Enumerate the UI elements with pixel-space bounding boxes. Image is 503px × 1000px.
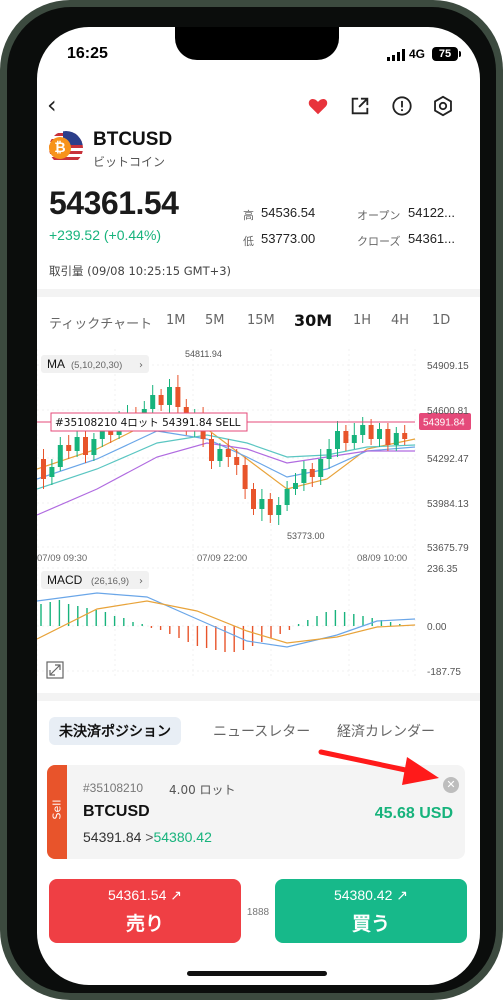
tab-economic-calendar[interactable]: 経済カレンダー: [337, 721, 435, 741]
bottom-tabs: 未決済ポジション ニュースレター 経済カレンダー: [37, 717, 480, 747]
position-id: #35108210: [83, 781, 144, 795]
app-screen: 16:25 4G 75 ‹ ₿ BTCUSD ビットコイン 54361.54 +…: [37, 27, 480, 985]
ma-label: MA: [47, 357, 65, 371]
open-value: 54122...: [408, 205, 455, 220]
high-value: 54536.54: [261, 205, 316, 220]
tf-1h[interactable]: 1H: [353, 313, 371, 333]
sell-price: 54361.54 ↗: [107, 887, 183, 903]
position-current-price: 54380.42: [153, 829, 212, 845]
position-symbol: BTCUSD: [83, 803, 150, 820]
current-price-tag-text: 54391.84: [423, 418, 465, 429]
macd-axis-2: 0.00: [427, 622, 447, 633]
notch: [175, 27, 339, 60]
tab-open-positions[interactable]: 未決済ポジション: [49, 717, 181, 745]
battery-icon: 75: [432, 47, 461, 61]
macd-axis-1: 236.35: [427, 564, 458, 575]
tf-1m[interactable]: 1M: [166, 313, 186, 333]
close-label: クローズ: [357, 235, 401, 248]
position-pnl: 45.68 USD: [374, 805, 453, 822]
macd-chevron-icon: ›: [139, 576, 143, 587]
time-axis-2: 07/09 22:00: [197, 553, 247, 564]
position-prices: 54391.84 >54380.42: [83, 829, 212, 845]
share-icon[interactable]: [349, 95, 371, 117]
tf-30m[interactable]: 30M: [294, 311, 332, 331]
price-axis-3: 54292.47: [427, 454, 469, 465]
spread-value: 1888: [246, 907, 270, 918]
instrument-header: ₿ BTCUSD ビットコイン: [49, 129, 469, 171]
position-line-label: #35108210 4ロット 54391.84 SELL: [55, 417, 241, 429]
settings-icon[interactable]: [432, 95, 454, 117]
tf-5m[interactable]: 5M: [205, 313, 225, 333]
time-axis-3: 08/09 10:00: [357, 553, 407, 564]
low-label: 低: [243, 235, 254, 248]
ma-params: (5,10,20,30): [71, 360, 122, 371]
tf-4h[interactable]: 4H: [391, 313, 409, 333]
instrument-symbol: BTCUSD: [93, 129, 173, 150]
position-lots: 4.00 ロット: [169, 783, 236, 797]
sell-side-badge: Sell: [47, 765, 67, 859]
expand-icon[interactable]: [46, 661, 64, 679]
price-axis-2: 54600.81: [427, 406, 469, 417]
chart-grid: [37, 349, 416, 679]
heart-icon[interactable]: [307, 95, 329, 117]
high-marker: 54811.94: [185, 349, 222, 359]
macd-axis-3: -187.75: [427, 667, 461, 678]
tf-1d[interactable]: 1D: [432, 313, 450, 333]
close-value: 54361...: [408, 231, 455, 246]
section-divider-2: [37, 693, 480, 701]
sell-button[interactable]: 54361.54 ↗ 売り: [49, 879, 241, 943]
macd-label: MACD: [47, 573, 83, 587]
home-indicator: [187, 971, 327, 976]
instrument-name: ビットコイン: [93, 155, 166, 169]
trend-icon: ↗: [170, 887, 183, 903]
price-change: +239.52 (+0.44%): [49, 227, 162, 243]
close-position-icon[interactable]: ✕: [443, 777, 459, 793]
sell-label: 売り: [125, 913, 164, 935]
buy-button[interactable]: 54380.42 ↗ 買う: [275, 879, 467, 943]
signal-icon: [387, 49, 405, 61]
buy-label: 買う: [351, 913, 390, 935]
back-icon[interactable]: ‹: [47, 91, 57, 119]
top-nav: ‹: [37, 85, 480, 125]
price-axis-1: 54909.15: [427, 361, 469, 372]
open-label: オープン: [357, 209, 401, 222]
tf-15m[interactable]: 15M: [247, 313, 275, 333]
buy-price: 54380.42 ↗: [333, 887, 409, 903]
section-divider: [37, 289, 480, 297]
current-price: 54361.54: [49, 185, 179, 221]
price-axis-4: 53984.13: [427, 499, 469, 510]
macd-params: (26,16,9): [91, 576, 129, 587]
network-type: 4G: [409, 47, 426, 61]
low-value: 53773.00: [261, 231, 316, 246]
tf-tick[interactable]: ティックチャート: [49, 313, 152, 333]
high-label: 高: [243, 209, 254, 222]
time-axis-1: 07/09 09:30: [37, 553, 87, 564]
status-time: 16:25: [67, 45, 108, 62]
ma-chevron-icon: ›: [139, 360, 143, 371]
info-icon[interactable]: [391, 95, 413, 117]
low-marker: 53773.00: [287, 531, 325, 541]
volume-text: 取引量 (09/08 10:25:15 GMT+3): [49, 264, 232, 278]
phone-bezel: 16:25 4G 75 ‹ ₿ BTCUSD ビットコイン 54361.54 +…: [7, 7, 496, 993]
trend-icon: ↗: [396, 887, 409, 903]
bitcoin-icon: ₿: [49, 137, 71, 159]
phone-frame: 16:25 4G 75 ‹ ₿ BTCUSD ビットコイン 54361.54 +…: [0, 0, 503, 1000]
price-axis-5: 53675.79: [427, 543, 469, 554]
tab-newsletter[interactable]: ニュースレター: [213, 721, 310, 741]
macd-panel: [37, 592, 416, 652]
price-chart[interactable]: #35108210 4ロット 54391.84 SELL 54391.84 54…: [37, 339, 480, 689]
position-open-price: 54391.84: [83, 829, 142, 845]
position-card[interactable]: Sell #35108210 4.00 ロット BTCUSD 45.68 USD…: [47, 765, 465, 859]
